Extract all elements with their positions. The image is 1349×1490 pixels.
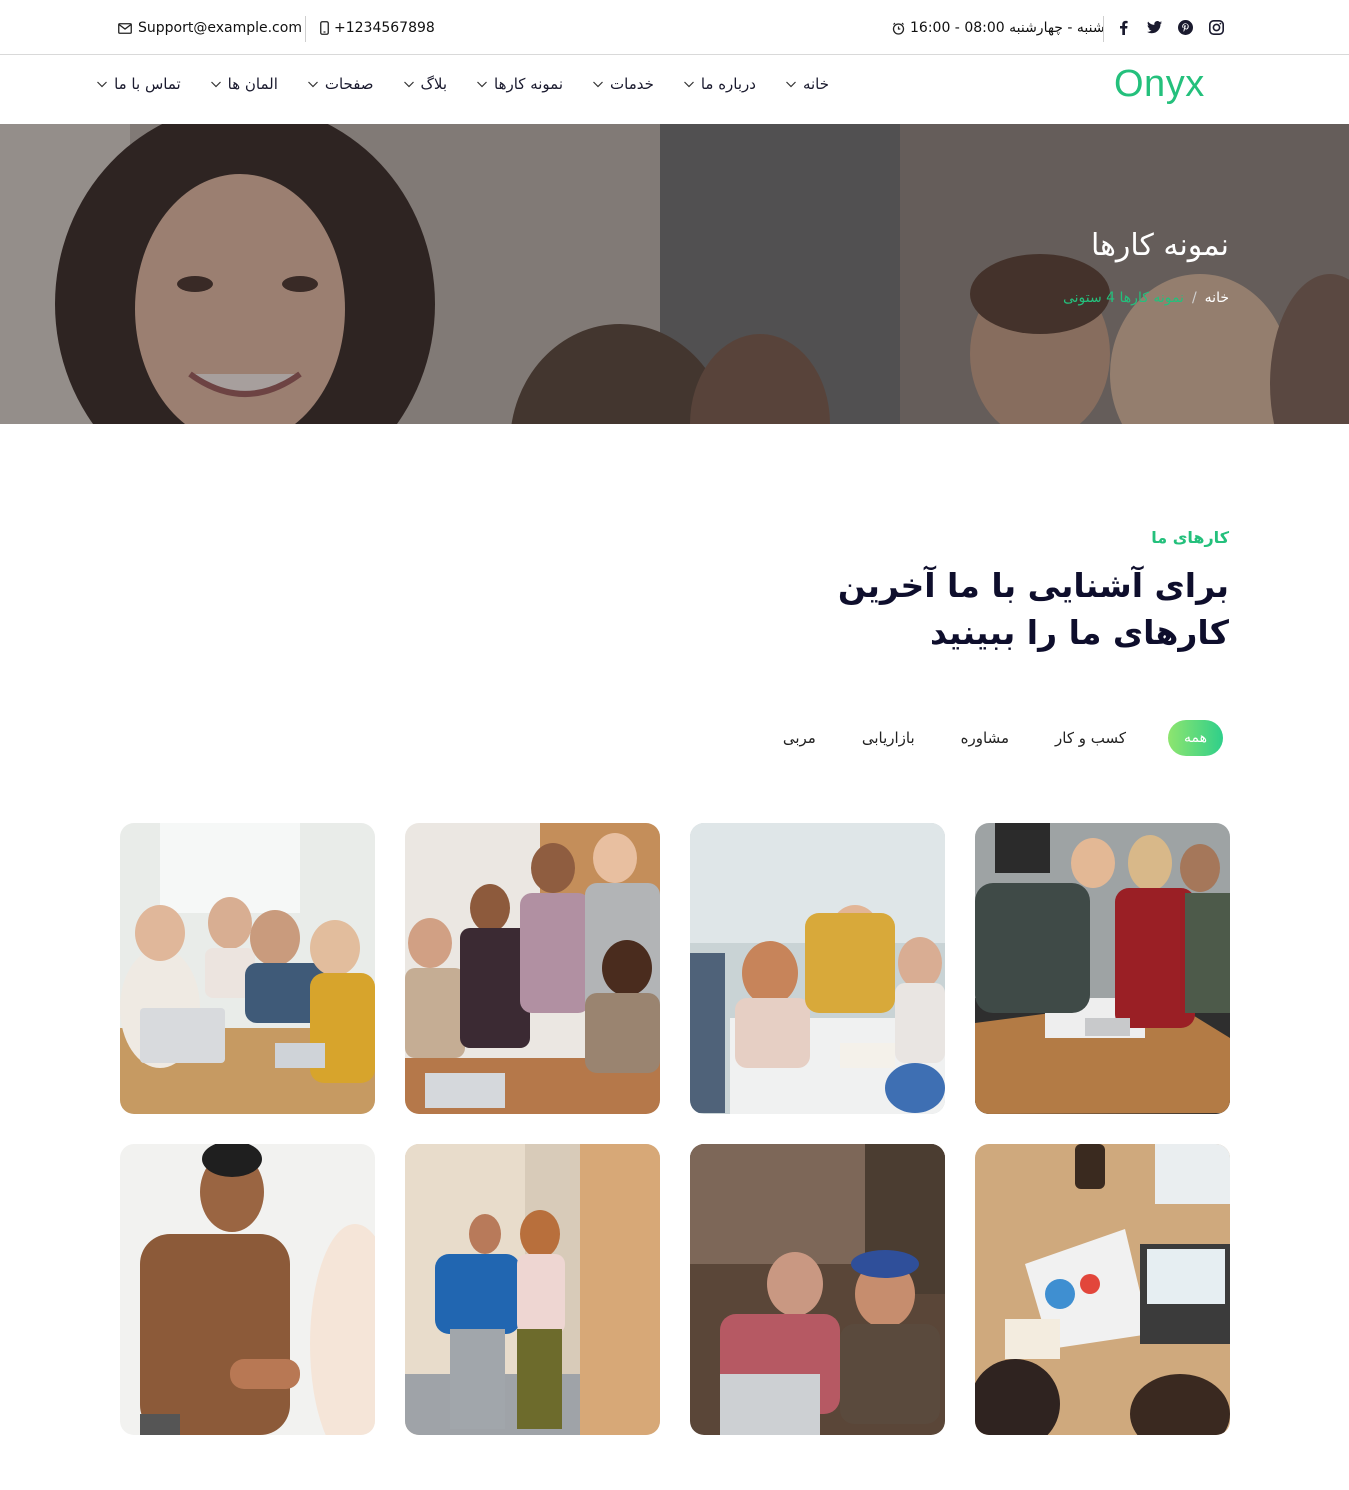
portfolio-item[interactable]: [690, 1144, 945, 1435]
breadcrumb: خانه / نمونه کارها 4 ستونی: [1063, 290, 1229, 306]
nav-label: بلاگ: [420, 75, 448, 93]
chevron-down-icon: [403, 81, 414, 88]
nav-label: خدمات: [610, 75, 654, 93]
top-bar: Support@example.com +1234567898 شنبه - چ…: [0, 0, 1349, 55]
filter-coach[interactable]: مربی: [779, 719, 820, 757]
pinterest-icon[interactable]: [1177, 19, 1193, 35]
nav-item-home[interactable]: خانه: [785, 75, 829, 93]
filter-business[interactable]: کسب و کار: [1051, 719, 1130, 757]
portfolio-image: [690, 823, 945, 1114]
nav-item-portfolio[interactable]: نمونه کارها: [476, 75, 563, 93]
divider: [1103, 16, 1104, 42]
phone-icon: [320, 21, 329, 35]
hours-text: شنبه - چهارشنبه 08:00 - 16:00: [910, 20, 1105, 36]
section-title: برای آشنایی با ما آخرین کارهای ما را ببی…: [837, 566, 1229, 652]
portfolio-image: [405, 1144, 660, 1435]
portfolio-image: [405, 823, 660, 1114]
nav-label: صفحات: [324, 75, 374, 93]
mail-icon: [118, 22, 132, 34]
main-nav: Onyx خانه درباره ما خدمات نمونه کارها بل…: [0, 55, 1349, 124]
social-links: [1115, 19, 1224, 35]
nav-item-blog[interactable]: بلاگ: [403, 75, 448, 93]
twitter-icon[interactable]: [1146, 19, 1162, 35]
chevron-down-icon: [210, 81, 221, 88]
chevron-down-icon: [786, 81, 796, 88]
chevron-down-icon: [307, 81, 318, 88]
facebook-icon[interactable]: [1115, 19, 1131, 35]
filter-all[interactable]: همه: [1168, 720, 1223, 756]
chevron-down-icon: [593, 81, 603, 88]
portfolio-item[interactable]: [120, 1144, 375, 1435]
section-subtitle: کارهای ما: [1151, 528, 1229, 547]
working-hours: شنبه - چهارشنبه 08:00 - 16:00: [892, 20, 1105, 36]
portfolio-filters: همه کسب و کار مشاوره بازاریابی مربی: [779, 719, 1223, 757]
breadcrumb-separator: /: [1191, 290, 1197, 306]
alarm-clock-icon: [892, 22, 905, 35]
portfolio-item[interactable]: [690, 823, 945, 1114]
support-phone[interactable]: +1234567898: [320, 20, 435, 36]
portfolio-image: [975, 823, 1230, 1114]
nav-item-services[interactable]: خدمات: [592, 75, 654, 93]
portfolio-item[interactable]: [405, 1144, 660, 1435]
hero-background-image: [0, 124, 1349, 424]
nav-label: تماس با ما: [114, 75, 181, 93]
nav-item-elements[interactable]: المان ها: [210, 75, 278, 93]
nav-label: نمونه کارها: [494, 75, 564, 93]
instagram-icon[interactable]: [1208, 19, 1224, 35]
phone-text: +1234567898: [334, 20, 435, 36]
email-text: Support@example.com: [138, 20, 302, 36]
portfolio-image: [120, 1144, 375, 1435]
breadcrumb-home[interactable]: خانه: [1205, 290, 1229, 306]
support-email[interactable]: Support@example.com: [118, 20, 302, 36]
portfolio-item[interactable]: [405, 823, 660, 1114]
portfolio-item[interactable]: [120, 823, 375, 1114]
portfolio-image: [690, 1144, 945, 1435]
chevron-down-icon: [683, 81, 694, 88]
portfolio-image: [120, 823, 375, 1114]
portfolio-item[interactable]: [975, 823, 1230, 1114]
nav-item-contact[interactable]: تماس با ما: [96, 75, 181, 93]
nav-item-about[interactable]: درباره ما: [683, 75, 756, 93]
divider: [305, 16, 306, 42]
nav-label: درباره ما: [700, 75, 756, 93]
page-hero: نمونه کارها خانه / نمونه کارها 4 ستونی: [0, 124, 1349, 424]
filter-marketing[interactable]: بازاریابی: [858, 719, 919, 757]
nav-label: المان ها: [227, 75, 278, 93]
portfolio-item[interactable]: [975, 1144, 1230, 1435]
nav-label: خانه: [802, 75, 829, 93]
chevron-down-icon: [97, 81, 107, 88]
nav-item-pages[interactable]: صفحات: [307, 75, 374, 93]
chevron-down-icon: [477, 81, 487, 88]
portfolio-image: [975, 1144, 1230, 1435]
nav-menu: خانه درباره ما خدمات نمونه کارها بلاگ صف…: [96, 75, 829, 93]
filter-consulting[interactable]: مشاوره: [957, 719, 1013, 757]
page-title: نمونه کارها: [1090, 228, 1229, 263]
breadcrumb-current: نمونه کارها 4 ستونی: [1062, 290, 1184, 306]
logo[interactable]: Onyx: [1114, 63, 1205, 106]
